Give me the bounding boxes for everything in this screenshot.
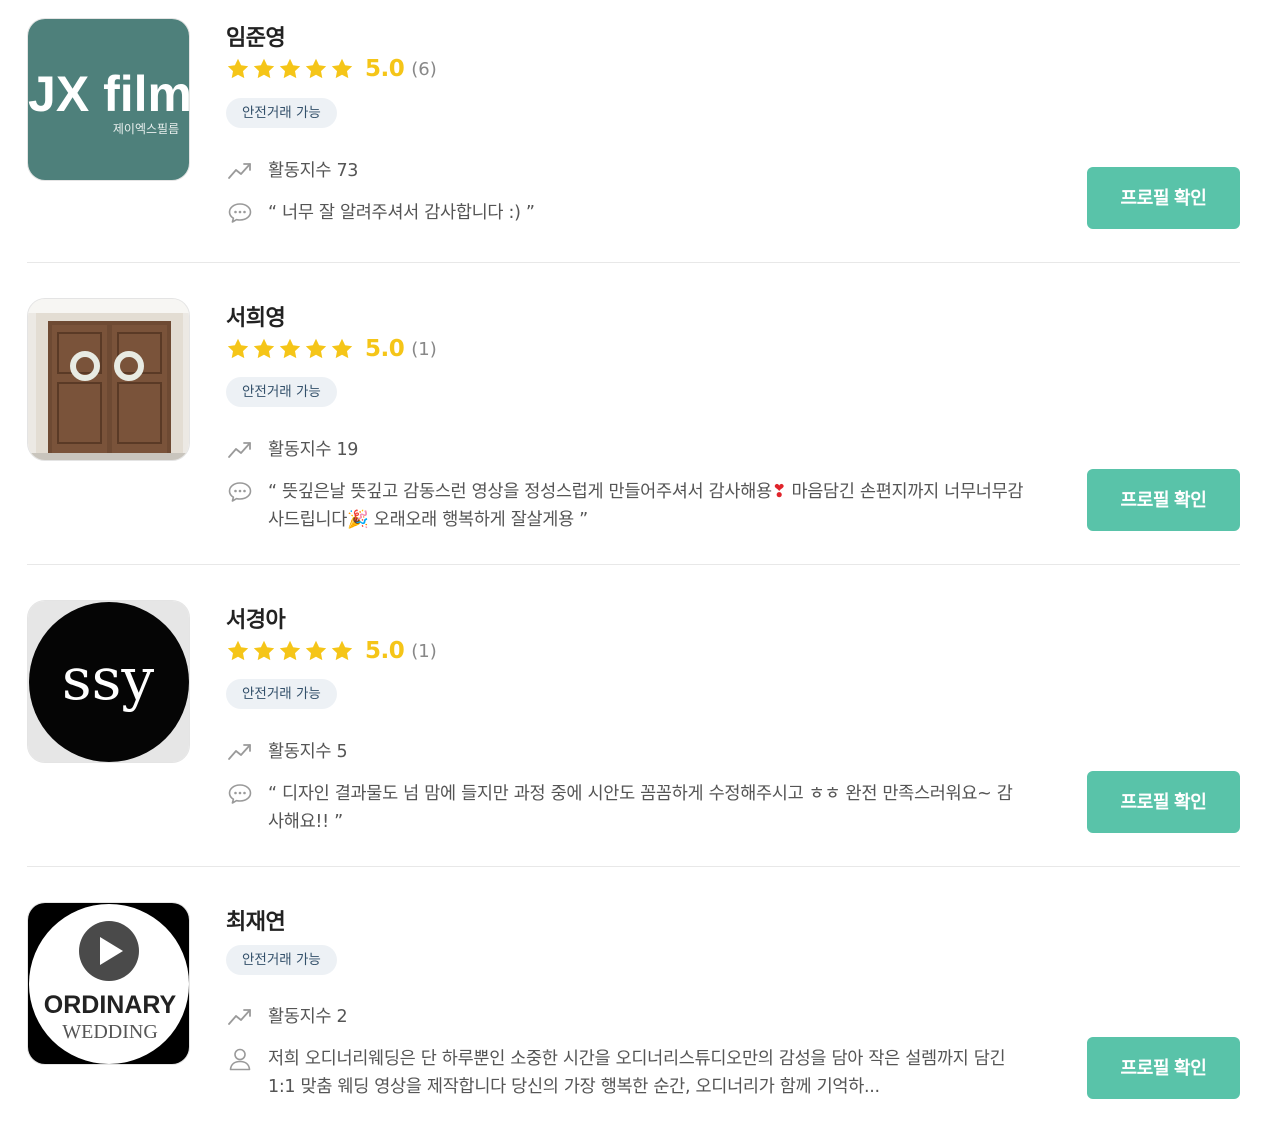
view-profile-button[interactable]: 프로필 확인: [1087, 167, 1240, 229]
trending-up-icon: [226, 738, 254, 766]
trending-up-icon: [226, 436, 254, 464]
expert-card: ORDINARY WEDDING 최재연 안전거래 가능 활동지수 2 저희 오…: [27, 867, 1240, 1117]
view-profile-button[interactable]: 프로필 확인: [1087, 469, 1240, 531]
review-text: “ 너무 잘 알려주셔서 감사합니다 :) ”: [268, 203, 535, 223]
view-profile-button[interactable]: 프로필 확인: [1087, 1037, 1240, 1099]
avatar[interactable]: ORDINARY WEDDING: [27, 902, 190, 1065]
trending-up-icon: [226, 157, 254, 185]
review-row: “ 너무 잘 알려주셔서 감사합니다 :) ”: [226, 199, 1028, 227]
star-icon: [252, 57, 276, 81]
safe-trade-badge: 안전거래 가능: [226, 377, 337, 407]
activity-score: 활동지수 19: [268, 440, 359, 460]
speech-bubble-icon: [226, 199, 254, 227]
activity-score: 활동지수 2: [268, 1007, 348, 1027]
view-profile-button[interactable]: 프로필 확인: [1087, 771, 1240, 833]
party-popper-emoji: 🎉: [347, 510, 369, 530]
star-rating: [226, 57, 354, 81]
activity-row: 활동지수 73: [226, 157, 1028, 185]
star-icon: [330, 639, 354, 663]
rating-score: 5.0: [365, 638, 405, 664]
review-row: “ 뜻깊은날 뜻깊고 감동스런 영상을 정성스럽게 만들어주셔서 감사해용❣ 마…: [226, 478, 1028, 534]
rating: 5.0 (1): [226, 638, 437, 664]
avatar-logo-subtext: WEDDING: [62, 1021, 158, 1043]
safe-trade-badge: 안전거래 가능: [226, 945, 337, 975]
expert-card: 서희영 5.0 (1) 안전거래 가능 활동지수 19 “ 뜻깊은날 뜻깊고 감…: [27, 263, 1240, 565]
review-row: “ 디자인 결과물도 넘 맘에 들지만 과정 중에 시안도 꼼꼼하게 수정해주시…: [226, 780, 1028, 836]
star-icon: [330, 337, 354, 361]
review-count: (1): [411, 338, 437, 360]
activity-row: 활동지수 2: [226, 1003, 1028, 1031]
star-icon: [330, 57, 354, 81]
expert-card: JX film 제이엑스필름 임준영 5.0 (6) 안전거래 가능 활동지수 …: [27, 18, 1240, 263]
star-icon: [304, 57, 328, 81]
rating-score: 5.0: [365, 336, 405, 362]
review-count: (6): [411, 58, 437, 80]
star-icon: [252, 337, 276, 361]
avatar-logo-subtext: 제이엑스필름: [113, 122, 179, 136]
expert-card: ssy 서경아 5.0 (1) 안전거래 가능 활동지수 5 “ 디자인 결과물…: [27, 565, 1240, 867]
avatar[interactable]: JX film 제이엑스필름: [27, 18, 190, 181]
avatar-logo-text: ssy: [62, 645, 155, 713]
star-rating: [226, 337, 354, 361]
activity-score: 활동지수 5: [268, 742, 348, 762]
safe-trade-badge: 안전거래 가능: [226, 679, 337, 709]
star-icon: [252, 639, 276, 663]
expert-name[interactable]: 최재연: [226, 904, 286, 936]
expert-name[interactable]: 서경아: [226, 602, 286, 634]
star-icon: [226, 337, 250, 361]
activity-score: 활동지수 73: [268, 161, 359, 181]
avatar-logo-text: JX film: [28, 66, 190, 122]
safe-trade-badge: 안전거래 가능: [226, 98, 337, 128]
activity-row: 활동지수 5: [226, 738, 1028, 766]
avatar-logo-text: ORDINARY: [44, 991, 177, 1019]
rating: 5.0 (6): [226, 56, 437, 82]
intro-row: 저희 오디너리웨딩은 단 하루뿐인 소중한 시간을 오디너리스튜디오만의 감성을…: [226, 1045, 1028, 1101]
expert-name[interactable]: 임준영: [226, 20, 286, 52]
star-icon: [278, 57, 302, 81]
star-icon: [304, 639, 328, 663]
rating-score: 5.0: [365, 56, 405, 82]
star-icon: [226, 639, 250, 663]
review-text: “ 뜻깊은날 뜻깊고 감동스런 영상을 정성스럽게 만들어주셔서 감사해용❣ 마…: [268, 478, 1028, 534]
star-icon: [226, 57, 250, 81]
speech-bubble-icon: [226, 478, 254, 506]
trending-up-icon: [226, 1003, 254, 1031]
person-icon: [226, 1045, 254, 1073]
review-text-part: 오래오래 행복하게 잘살게용 ”: [368, 510, 588, 530]
activity-row: 활동지수 19: [226, 436, 1028, 464]
intro-text: 저희 오디너리웨딩은 단 하루뿐인 소중한 시간을 오디너리스튜디오만의 감성을…: [268, 1049, 1006, 1097]
rating: 5.0 (1): [226, 336, 437, 362]
star-icon: [278, 337, 302, 361]
star-icon: [304, 337, 328, 361]
review-text-part: “ 뜻깊은날 뜻깊고 감동스런 영상을 정성스럽게 만들어주셔서 감사해용: [268, 482, 772, 502]
expert-list: JX film 제이엑스필름 임준영 5.0 (6) 안전거래 가능 활동지수 …: [27, 18, 1240, 1117]
star-icon: [278, 639, 302, 663]
avatar[interactable]: ssy: [27, 600, 190, 763]
review-count: (1): [411, 640, 437, 662]
star-rating: [226, 639, 354, 663]
expert-name[interactable]: 서희영: [226, 300, 286, 332]
speech-bubble-icon: [226, 780, 254, 808]
review-text: “ 디자인 결과물도 넘 맘에 들지만 과정 중에 시안도 꼼꼼하게 수정해주시…: [268, 784, 1013, 832]
avatar[interactable]: [27, 298, 190, 461]
heart-exclamation-emoji: ❣: [771, 482, 787, 502]
